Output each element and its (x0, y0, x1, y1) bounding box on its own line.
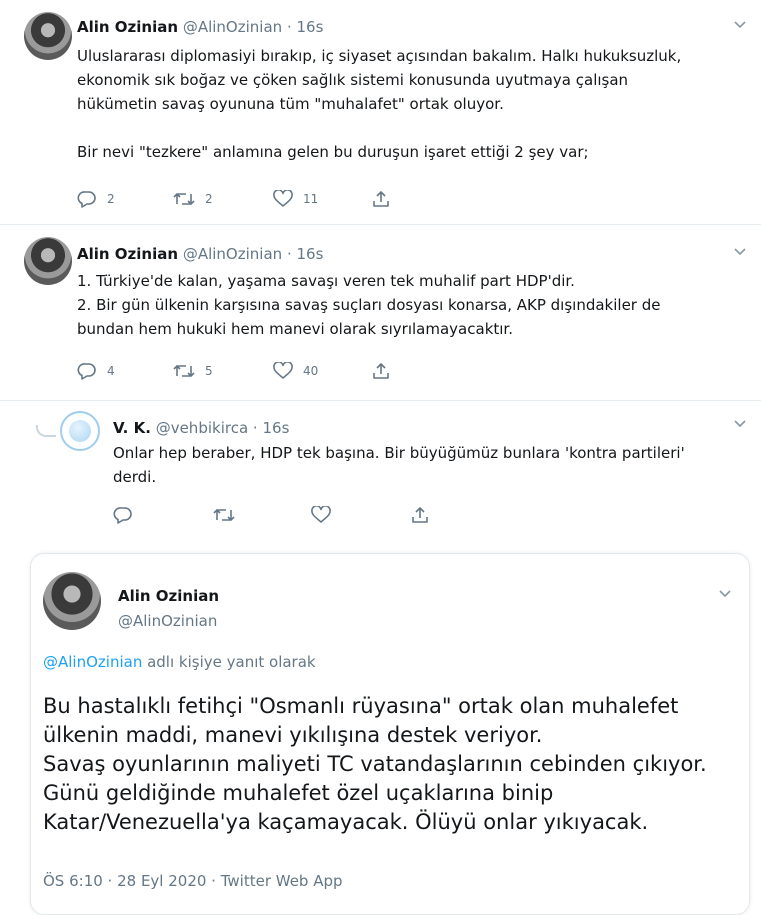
tweet-time[interactable]: 16s (297, 245, 324, 263)
author-name[interactable]: V. K. (113, 419, 151, 437)
tweet-text: Onlar hep beraber, HDP tek başına. Bir b… (113, 441, 685, 489)
tweet-text-line: Bu hastalıklı fetihçi "Osmanlı rüyasına"… (43, 694, 679, 718)
tweet-text: Bu hastalıklı fetihçi "Osmanlı rüyasına"… (43, 692, 707, 837)
tweet-time[interactable]: 16s (297, 18, 324, 36)
author-name[interactable]: Alin Ozinian (77, 245, 178, 263)
avatar[interactable] (24, 12, 72, 60)
share-button[interactable] (371, 190, 391, 208)
tweet-text-line (77, 116, 681, 140)
tweet-text-line: Uluslararası diplomasiyi bırakıp, iç siy… (77, 47, 682, 65)
like-button[interactable] (311, 506, 331, 524)
share-icon (412, 507, 428, 523)
share-icon (373, 191, 389, 207)
tweet-text-line: ülkenin maddi, manevi yıkılışına destek … (43, 723, 543, 747)
tweet-text-line: derdi. (113, 468, 157, 486)
tweet-2[interactable]: Alin Ozinian @AlinOzinian · 16s 1. Türki… (0, 225, 761, 400)
retweet-icon (173, 365, 195, 377)
retweet-count: 2 (205, 192, 213, 206)
retweet-count: 5 (205, 364, 213, 378)
replying-to-label: adlı kişiye yanıt olarak (142, 653, 316, 671)
reply-button[interactable]: 2 (77, 190, 115, 208)
share-icon (373, 363, 389, 379)
tweet-text-line: Bir nevi "tezkere" anlamına gelen bu dur… (77, 143, 589, 161)
tweet-text-line: ekonomik sık boğaz ve çöken sağlık siste… (77, 71, 629, 89)
retweet-icon (173, 193, 195, 205)
author-name[interactable]: Alin Ozinian (118, 587, 219, 605)
tweet-text-line: Günü geldiğinde muhalefet özel uçakların… (43, 781, 554, 805)
tweet-text-line: 2. Bir gün ülkenin karşısına savaş suçla… (77, 296, 661, 314)
chevron-down-icon[interactable] (733, 417, 747, 433)
retweet-button[interactable]: 2 (173, 190, 213, 208)
author-handle[interactable]: @AlinOzinian (118, 612, 217, 630)
author-handle[interactable]: @AlinOzinian (183, 18, 282, 36)
like-icon (311, 506, 331, 523)
chevron-down-icon[interactable] (733, 18, 747, 34)
reply-button[interactable]: 4 (77, 362, 115, 380)
share-button[interactable] (410, 506, 430, 524)
reply-count: 2 (107, 192, 115, 206)
author-handle[interactable]: @AlinOzinian (183, 245, 282, 263)
tweet-meta[interactable]: ÖS 6:10 · 28 Eyl 2020 · Twitter Web App (43, 872, 343, 890)
replying-to: @AlinOzinian adlı kişiye yanıt olarak (43, 653, 316, 671)
tweet-text-line: 1. Türkiye'de kalan, yaşama savaşı veren… (77, 272, 575, 290)
author-name[interactable]: Alin Ozinian (77, 18, 178, 36)
tweet-1[interactable]: Alin Ozinian @AlinOzinian · 16s Uluslara… (0, 0, 761, 225)
tweet-3[interactable]: V. K. @vehbikirca · 16s Onlar hep berabe… (0, 401, 761, 541)
tweet-text: 1. Türkiye'de kalan, yaşama savaşı veren… (77, 269, 661, 341)
tweet-text-line: Onlar hep beraber, HDP tek başına. Bir b… (113, 444, 685, 462)
retweet-button[interactable] (213, 506, 235, 524)
reply-icon (77, 191, 96, 208)
like-count: 11 (303, 192, 319, 206)
like-icon (273, 190, 293, 207)
tweet-text-line: Katar/Venezuella'ya kaçamayacak. Ölüyü o… (43, 810, 649, 834)
separator-dot: · (286, 18, 292, 36)
avatar[interactable] (60, 411, 100, 451)
reply-button[interactable] (113, 506, 133, 524)
like-button[interactable]: 11 (273, 190, 318, 208)
separator-dot: · (252, 419, 258, 437)
share-button[interactable] (371, 362, 391, 380)
chevron-down-icon[interactable] (718, 587, 732, 603)
avatar[interactable] (43, 572, 101, 630)
avatar[interactable] (24, 237, 72, 285)
retweet-button[interactable]: 5 (173, 362, 213, 380)
separator-dot: · (286, 245, 292, 263)
like-icon (273, 362, 293, 379)
tweet-time[interactable]: 16s (262, 419, 289, 437)
focused-tweet[interactable]: Alin Ozinian @AlinOzinian @AlinOzinian a… (30, 553, 750, 915)
replying-to-link[interactable]: @AlinOzinian (43, 653, 142, 671)
reply-count: 4 (107, 364, 115, 378)
like-button[interactable]: 40 (273, 362, 318, 380)
tweet-text-line: Savaş oyunlarının maliyeti TC vatandaşla… (43, 752, 707, 776)
tweet-text-line: hükümetin savaş oyununa tüm "muhalafet" … (77, 95, 504, 113)
tweet-text: Uluslararası diplomasiyi bırakıp, iç siy… (77, 44, 681, 164)
retweet-icon (213, 509, 235, 521)
author-handle[interactable]: @vehbikirca (156, 419, 248, 437)
like-count: 40 (303, 364, 319, 378)
tweet-text-line: bundan hem hukuki hem manevi olarak sıyr… (77, 320, 513, 338)
reply-icon (113, 507, 132, 524)
reply-icon (77, 363, 96, 380)
chevron-down-icon[interactable] (733, 245, 747, 261)
